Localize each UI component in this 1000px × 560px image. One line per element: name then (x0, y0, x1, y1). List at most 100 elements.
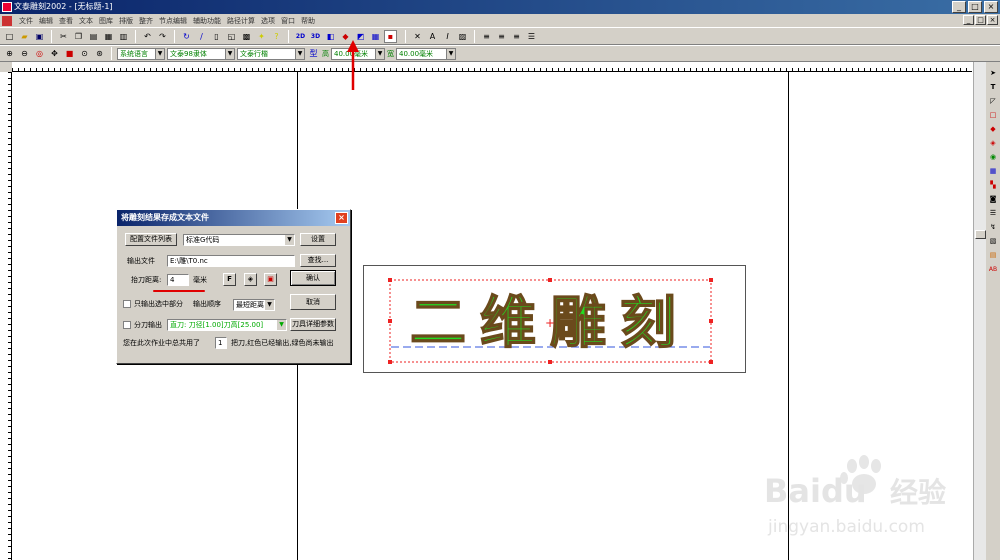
menu-view[interactable]: 查看 (56, 16, 76, 26)
output-nc-icon[interactable]: ▪ (384, 29, 397, 43)
image-frame-icon[interactable]: ▣ (264, 273, 277, 286)
pan-icon[interactable]: ✥ (48, 47, 61, 60)
list-tool-icon[interactable]: ☰ (988, 208, 999, 219)
menu-edit[interactable]: 编辑 (36, 16, 56, 26)
color-tool-icon[interactable]: ◈ (988, 138, 999, 149)
preview-icon[interactable]: ◱ (225, 30, 238, 43)
language-select[interactable]: 系统语言 ▼ (117, 47, 165, 60)
palette-icon[interactable]: ◈ (244, 273, 257, 286)
color-fill-icon[interactable]: ■ (63, 47, 76, 60)
output-order-select[interactable]: 最短距离 ▼ (233, 299, 275, 311)
tool-params-button[interactable]: 刀具详细参数 (290, 318, 336, 331)
minimize-button[interactable]: _ (952, 1, 966, 13)
width-input[interactable]: 40.00毫米 ▼ (396, 47, 456, 60)
node-tool-icon[interactable]: ◸ (988, 96, 999, 107)
close-button[interactable]: × (984, 1, 998, 13)
horizontal-ruler (12, 62, 972, 72)
engraving-preview: 二维雕刻 + (363, 265, 746, 373)
window-title: 文泰雕刻2002 - [无标题-1] (14, 2, 113, 11)
pointer-icon[interactable]: ➤ (988, 68, 999, 79)
menu-align[interactable]: 整齐 (136, 16, 156, 26)
2d-view-icon[interactable]: 2D (294, 30, 307, 43)
menu-aux[interactable]: 辅助功能 (190, 16, 224, 26)
split-output-checkbox[interactable] (123, 321, 131, 329)
confirm-button[interactable]: 确认 (290, 270, 336, 286)
fill-tool-icon[interactable]: ◆ (988, 124, 999, 135)
menu-file[interactable]: 文件 (16, 16, 36, 26)
menu-layout[interactable]: 排版 (116, 16, 136, 26)
chevron-down-icon: ▼ (295, 48, 304, 59)
menu-options[interactable]: 选项 (258, 16, 278, 26)
copy-icon[interactable]: ❐ (72, 30, 85, 43)
watermark-url: jingyan.baidu.com (767, 517, 925, 537)
align-justify-icon[interactable]: ☰ (525, 30, 538, 43)
question-icon[interactable]: ? (270, 30, 283, 43)
library-icon[interactable]: ▦ (102, 30, 115, 43)
maximize-button[interactable]: □ (968, 1, 982, 13)
scrollbar-thumb[interactable] (975, 230, 986, 239)
menu-text[interactable]: 文本 (76, 16, 96, 26)
shape-icon[interactable]: ▨ (456, 30, 469, 43)
path-tool-icon[interactable]: ↯ (988, 222, 999, 233)
relief-icon[interactable]: ◧ (324, 30, 337, 43)
layers-tool-icon[interactable]: ▤ (988, 250, 999, 261)
grid-icon[interactable]: ▥ (117, 30, 130, 43)
rotate-icon[interactable]: ↻ (180, 30, 193, 43)
table-icon[interactable]: ▦ (369, 30, 382, 43)
menu-path[interactable]: 路径计算 (224, 16, 258, 26)
open-folder-icon[interactable]: ▰ (18, 30, 31, 43)
cancel-button[interactable]: 取消 (290, 294, 336, 310)
output-file-input[interactable]: E:\雕\T0.nc (167, 255, 295, 267)
image-icon[interactable]: ▩ (240, 30, 253, 43)
text-box-icon[interactable]: A (426, 30, 439, 43)
palette-tool-icon[interactable]: ▚ (988, 180, 999, 191)
zoom-all-icon[interactable]: ⊛ (93, 47, 106, 60)
3d-view-icon[interactable]: 3D (309, 30, 322, 43)
page-icon[interactable]: ▯ (210, 30, 223, 43)
rectangle-tool-icon[interactable]: □ (988, 110, 999, 121)
align-center-icon[interactable]: ≡ (495, 30, 508, 43)
font1-select[interactable]: 文泰98隶体 ▼ (167, 47, 235, 60)
settings-button[interactable]: 设置 (300, 233, 336, 246)
menu-library[interactable]: 图库 (96, 16, 116, 26)
document-icon[interactable] (2, 15, 12, 26)
redo-icon[interactable]: ↷ (156, 30, 169, 43)
bitmap-tool-icon[interactable]: ▧ (988, 236, 999, 247)
config-list-button[interactable]: 配置文件列表 (125, 233, 177, 246)
undo-icon[interactable]: ↶ (141, 30, 154, 43)
font-style-icon[interactable]: 型 (307, 47, 320, 60)
tool-select[interactable]: 直刀: 刀径[1.00]刀高[25.00] ▼ (167, 319, 287, 331)
zoom-page-icon[interactable]: ◎ (33, 47, 46, 60)
mdi-minimize-button[interactable]: _ (963, 15, 974, 25)
align-left-icon[interactable]: ≡ (480, 30, 493, 43)
italic-icon[interactable]: I (441, 30, 454, 43)
align-right-icon[interactable]: ≡ (510, 30, 523, 43)
menu-help[interactable]: 帮助 (298, 16, 318, 26)
mdi-close-button[interactable]: × (987, 15, 998, 25)
paste-icon[interactable]: ▤ (87, 30, 100, 43)
font2-select[interactable]: 文泰行楷 ▼ (237, 47, 305, 60)
dialog-close-button[interactable]: × (335, 212, 348, 224)
save-icon[interactable]: ▣ (33, 30, 46, 43)
italic-text-icon[interactable]: ∕ (195, 30, 208, 43)
mdi-restore-button[interactable]: □ (975, 15, 986, 25)
browse-button[interactable]: 查找... (300, 254, 336, 267)
menu-node-edit[interactable]: 节点编辑 (156, 16, 190, 26)
config-select[interactable]: 标准G代码 ▼ (183, 234, 295, 246)
cut-icon[interactable]: ✂ (57, 30, 70, 43)
stamp-tool-icon[interactable]: ◙ (988, 194, 999, 205)
menu-window[interactable]: 窗口 (278, 16, 298, 26)
cross-icon[interactable]: ✕ (411, 30, 424, 43)
bulb-icon[interactable]: ✦ (255, 30, 268, 43)
zoom-selected-icon[interactable]: ⊙ (78, 47, 91, 60)
zoom-out-icon[interactable]: ⊖ (18, 47, 31, 60)
lift-distance-input[interactable]: 4 (167, 274, 189, 286)
table-tool-icon[interactable]: ▦ (988, 166, 999, 177)
new-file-icon[interactable]: □ (3, 30, 16, 43)
only-selected-checkbox[interactable] (123, 300, 131, 308)
text-tool-icon[interactable]: T (988, 82, 999, 93)
ab-text-tool-icon[interactable]: AB (988, 264, 999, 275)
shape-tool-icon[interactable]: ◉ (988, 152, 999, 163)
zoom-in-icon[interactable]: ⊕ (3, 47, 16, 60)
font-f-icon[interactable]: F (223, 273, 236, 286)
